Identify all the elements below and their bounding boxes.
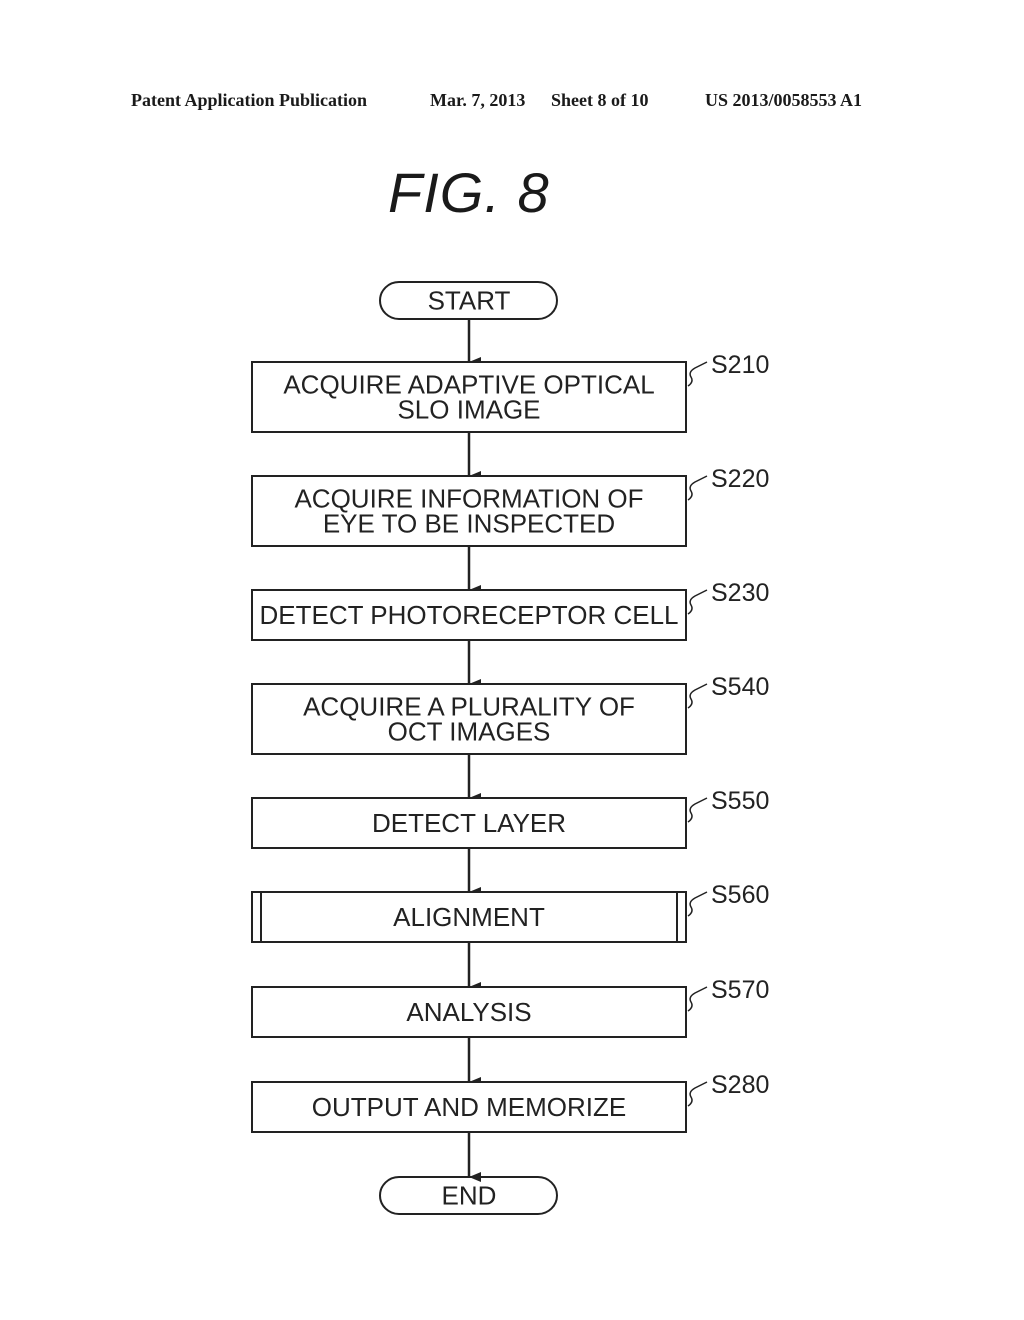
step-s540-text: OCT IMAGES <box>388 717 551 747</box>
step-s570-text: ANALYSIS <box>406 997 531 1027</box>
flowchart: STARTENDACQUIRE ADAPTIVE OPTICALSLO IMAG… <box>251 281 769 1215</box>
step-s560-leader <box>687 891 708 917</box>
start-terminal-label: START <box>428 286 511 316</box>
step-s210-leader <box>687 361 708 387</box>
step-s560-id: S560 <box>711 881 769 909</box>
step-s550-text: DETECT LAYER <box>372 808 566 838</box>
step-s230-id: S230 <box>711 579 769 607</box>
step-s570-id: S570 <box>711 976 769 1004</box>
step-s230-leader <box>687 589 708 615</box>
step-s280-id: S280 <box>711 1071 769 1099</box>
step-s550-id: S550 <box>711 787 769 815</box>
step-s230-text: DETECT PHOTORECEPTOR CELL <box>260 600 679 630</box>
step-s560-text: ALIGNMENT <box>393 902 545 932</box>
step-s540-leader <box>687 683 708 709</box>
step-s280-text: OUTPUT AND MEMORIZE <box>312 1092 626 1122</box>
step-s570-leader <box>687 986 708 1012</box>
step-s220-id: S220 <box>711 465 769 493</box>
end-terminal-label: END <box>442 1181 497 1211</box>
step-s280-leader <box>687 1081 708 1107</box>
step-s220-text: EYE TO BE INSPECTED <box>323 509 615 539</box>
step-s210-id: S210 <box>711 351 769 379</box>
step-s550-leader <box>687 797 708 823</box>
step-s540-id: S540 <box>711 673 769 701</box>
step-s220-leader <box>687 475 708 501</box>
step-s210-text: SLO IMAGE <box>397 395 540 425</box>
